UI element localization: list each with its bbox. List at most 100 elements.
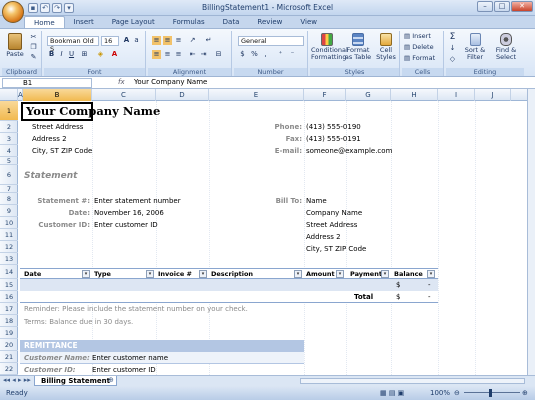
terms-note[interactable]: Terms: Balance due in 30 days. [24,318,133,326]
insert-sheet-icon[interactable]: ⊕ [108,376,114,384]
row-header[interactable]: 4 [0,145,18,157]
clear-icon[interactable]: ◇ [448,55,457,64]
column-header-g[interactable]: G [346,89,391,101]
filter-dropdown-icon[interactable]: ▾ [146,270,154,278]
rem-customer-id-value[interactable]: Enter customer ID [92,366,156,374]
close-button[interactable]: ✕ [511,1,533,12]
row-header[interactable]: 14 [0,265,18,279]
table-row[interactable] [20,279,438,291]
align-bottom-icon[interactable]: ≡ [174,36,183,45]
font-size-combo[interactable]: 16 [101,36,119,46]
column-header-c[interactable]: C [92,89,156,101]
filter-dropdown-icon[interactable]: ▾ [381,270,389,278]
autosum-icon[interactable]: Σ [448,33,457,42]
cell-styles-button[interactable]: Cell Styles [373,33,399,61]
bill-to-city[interactable]: City, ST ZIP Code [306,245,366,253]
vertical-scrollbar[interactable] [527,89,535,375]
tab-formulas[interactable]: Formulas [164,16,214,28]
select-all-corner[interactable] [0,89,18,101]
cut-icon[interactable]: ✂ [29,33,38,42]
wrap-text-icon[interactable]: ↵ [204,36,213,45]
worksheet-grid[interactable]: A B C D E F G H I J 1 2 3 4 5 6 7 8 9 10… [0,89,527,375]
align-left-icon[interactable]: ≡ [152,50,161,59]
tab-scroll-arrows-icon[interactable]: ◂◂ ◂ ▸ ▸▸ [3,376,31,384]
align-center-icon[interactable]: ≡ [163,50,172,59]
row-header[interactable]: 15 [0,279,18,291]
customer-id-value[interactable]: Enter customer ID [94,221,158,229]
row-header[interactable]: 11 [0,229,18,241]
decrease-decimal-icon[interactable]: ⁻ [288,50,297,59]
row-header[interactable]: 1 [0,101,18,121]
email-value[interactable]: someone@example.com [306,147,392,155]
comma-icon[interactable]: , [261,50,270,59]
orientation-icon[interactable]: ↗ [188,36,197,45]
tab-page-layout[interactable]: Page Layout [103,16,164,28]
reminder-note[interactable]: Reminder: Please include the statement n… [24,305,248,313]
city-state-zip[interactable]: City, ST ZIP Code [32,147,92,155]
increase-indent-icon[interactable]: ⇥ [199,50,208,59]
bold-icon[interactable]: B [47,50,56,59]
insert-cells-button[interactable]: ▤ Insert [404,33,431,40]
column-header-h[interactable]: H [391,89,438,101]
row-header[interactable]: 8 [0,193,18,205]
row-header[interactable]: 3 [0,133,18,145]
conditional-formatting-button[interactable]: Conditional Formatting [311,33,348,61]
tab-view[interactable]: View [291,16,326,28]
shrink-font-icon[interactable]: a [132,36,141,45]
column-header-f[interactable]: F [304,89,346,101]
statement-number-value[interactable]: Enter statement number [94,197,181,205]
grow-font-icon[interactable]: A [122,36,131,45]
zoom-in-icon[interactable]: ⊕ [522,386,528,400]
row-header[interactable]: 20 [0,339,18,351]
zoom-slider-thumb[interactable] [489,389,492,397]
horizontal-scrollbar[interactable] [300,378,525,384]
merge-center-icon[interactable]: ⊟ [214,50,223,59]
bill-to-address-2[interactable]: Address 2 [306,233,341,241]
row-header[interactable]: 2 [0,121,18,133]
increase-decimal-icon[interactable]: ⁺ [276,50,285,59]
view-buttons-icon[interactable]: ▦ ▤ ▣ [380,386,404,400]
formula-input[interactable]: Your Company Name [134,78,207,86]
row-header[interactable]: 18 [0,315,18,327]
row-header[interactable]: 9 [0,205,18,217]
currency-icon[interactable]: $ [238,50,247,59]
format-cells-button[interactable]: ▤ Format [404,55,435,62]
filter-dropdown-icon[interactable]: ▾ [82,270,90,278]
rem-customer-name-value[interactable]: Enter customer name [92,354,168,362]
tab-home[interactable]: Home [24,16,65,28]
find-select-button[interactable]: Find & Select [492,33,520,61]
align-middle-icon[interactable]: ≡ [163,36,172,45]
street-address[interactable]: Street Address [32,123,83,131]
row-header[interactable]: 13 [0,253,18,265]
delete-cells-button[interactable]: ▤ Delete [404,44,434,51]
row-header[interactable]: 22 [0,363,18,375]
tab-insert[interactable]: Insert [65,16,103,28]
zoom-out-icon[interactable]: ⊖ [454,386,460,400]
fill-color-icon[interactable]: ◈ [96,50,105,59]
column-header-e[interactable]: E [209,89,304,101]
column-header-j[interactable]: J [475,89,511,101]
font-name-combo[interactable]: Bookman Old S [47,36,99,53]
phone-value[interactable]: (413) 555-0190 [306,123,361,131]
underline-icon[interactable]: U [67,50,76,59]
filter-dropdown-icon[interactable]: ▾ [336,270,344,278]
row-header[interactable]: 6 [0,165,18,185]
align-top-icon[interactable]: ≡ [152,36,161,45]
zoom-level[interactable]: 100% [430,386,450,400]
fax-value[interactable]: (413) 555-0191 [306,135,361,143]
table-row[interactable] [20,291,438,303]
remittance-row[interactable]: Customer Name: Enter customer name [20,352,304,364]
borders-icon[interactable]: ⊞ [80,50,89,59]
italic-icon[interactable]: I [57,50,66,59]
percent-icon[interactable]: % [250,50,259,59]
tab-review[interactable]: Review [248,16,291,28]
column-header-i[interactable]: I [438,89,475,101]
office-button[interactable] [2,1,24,23]
bill-to-name[interactable]: Name [306,197,327,205]
zoom-slider[interactable] [464,392,520,393]
font-color-icon[interactable]: A [110,50,119,59]
align-right-icon[interactable]: ≡ [174,50,183,59]
filter-dropdown-icon[interactable]: ▾ [294,270,302,278]
copy-icon[interactable]: ❐ [29,43,38,52]
row-header[interactable]: 21 [0,351,18,363]
